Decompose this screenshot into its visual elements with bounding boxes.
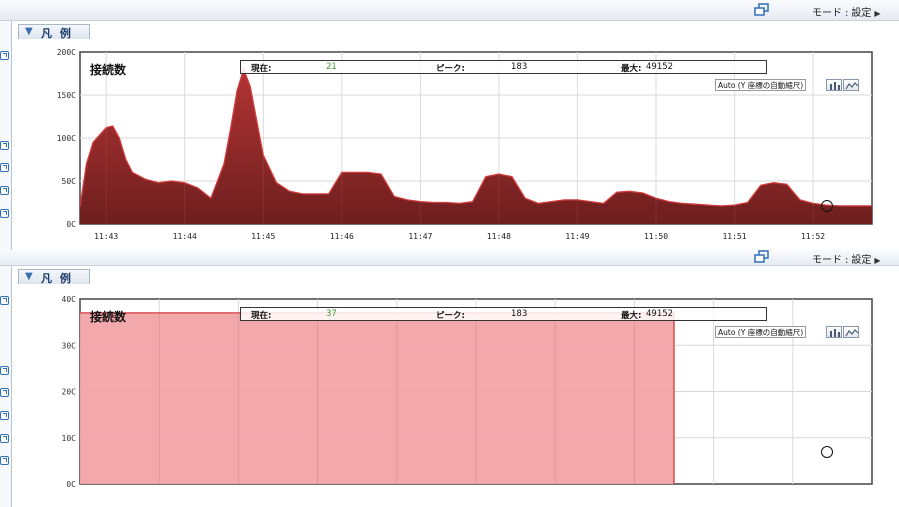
peak-value: 183	[511, 309, 528, 319]
chart-title: 接続数	[90, 310, 127, 324]
line-view-button[interactable]	[843, 326, 859, 338]
current-marker	[821, 200, 833, 212]
current-label: 現在:	[251, 64, 272, 74]
window-switch-icon[interactable]	[754, 250, 770, 264]
y-tick-label: 20C	[62, 388, 77, 397]
y-tick-label: 100C	[57, 134, 76, 143]
x-tick-label: 11:44	[173, 232, 197, 241]
chart-title: 接続数	[90, 63, 127, 77]
bar-view-button[interactable]	[826, 326, 842, 338]
y-tick-label: 0C	[66, 480, 76, 489]
line-chart-icon	[845, 329, 859, 337]
auto-scale-label[interactable]: Auto (Y 座標の自動縮尺)	[715, 79, 807, 91]
bar-chart-icon	[830, 82, 840, 90]
line-view-button[interactable]	[843, 79, 859, 91]
current-value: 37	[326, 309, 337, 319]
peak-value: 183	[511, 62, 528, 72]
auto-scale-label[interactable]: Auto (Y 座標の自動縮尺)	[715, 326, 807, 338]
mode-value: 設定	[851, 255, 872, 266]
x-tick-label: 11:49	[565, 232, 589, 241]
stats-box: 現在: 37 ピーク: 183 最大: 49152	[240, 307, 767, 321]
y-tick-label: 50C	[62, 177, 77, 186]
x-tick-label: 11:43	[94, 232, 118, 241]
top-toolbar-second: モード: 設定 ▶	[0, 250, 899, 266]
peak-label: ピーク:	[436, 311, 465, 321]
mode-label: モード	[812, 255, 842, 266]
y-tick-label: 150C	[57, 91, 76, 100]
x-tick-label: 11:45	[251, 232, 275, 241]
x-tick-label: 11:46	[330, 232, 354, 241]
chart-bottom-svg: 0C 10C 20C 30C 40C	[62, 295, 873, 489]
y-tick-label: 40C	[62, 295, 77, 304]
current-value: 21	[326, 62, 337, 72]
line-chart-icon	[845, 82, 859, 90]
x-tick-label: 11:47	[408, 232, 432, 241]
mode-separator: :	[845, 255, 849, 266]
x-tick-label: 11:48	[487, 232, 511, 241]
y-tick-label: 0C	[66, 220, 76, 229]
max-value: 49152	[646, 62, 674, 72]
current-label: 現在:	[251, 311, 272, 321]
max-label: 最大:	[621, 64, 642, 74]
max-value: 49152	[646, 309, 674, 319]
triangle-right-icon: ▶	[874, 256, 881, 265]
bar-chart-icon	[830, 329, 840, 337]
area-fill	[80, 312, 674, 484]
connections-chart-bottom: 0C 10C 20C 30C 40C 接続数 現在: 37 ピーク: 183 最大: 4…	[0, 266, 899, 507]
y-tick-label: 30C	[62, 341, 77, 350]
max-label: 最大:	[621, 311, 642, 321]
y-tick-label: 200C	[57, 48, 76, 57]
x-tick-label: 11:51	[722, 232, 746, 241]
current-marker	[821, 446, 833, 458]
stats-box: 現在: 21 ピーク: 183 最大: 49152	[240, 60, 767, 74]
bar-view-button[interactable]	[826, 79, 842, 91]
x-tick-label: 11:52	[801, 232, 825, 241]
y-tick-label: 10C	[62, 434, 77, 443]
peak-label: ピーク:	[436, 64, 465, 74]
x-tick-label: 11:50	[644, 232, 668, 241]
mode-selector[interactable]: モード: 設定 ▶	[812, 251, 881, 266]
connections-chart-top: 0C 50C 100C 150C 200C 11:43 11:44 11:45 11:46 11:…	[0, 0, 899, 250]
chart-top-svg: 0C 50C 100C 150C 200C 11:43 11:44 11:45 11:46 11:…	[57, 48, 873, 241]
